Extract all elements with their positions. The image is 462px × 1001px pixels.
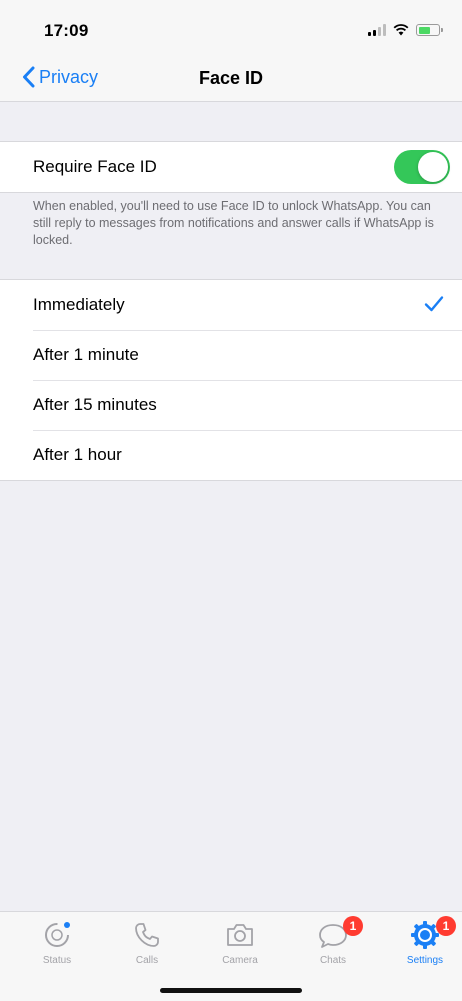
- tab-label: Settings: [406, 955, 444, 966]
- option-label: After 15 minutes: [33, 395, 157, 414]
- status-icons: [368, 24, 443, 36]
- option-immediately[interactable]: Immediately: [0, 280, 462, 330]
- tab-status[interactable]: Status: [22, 918, 92, 966]
- chats-badge: 1: [343, 916, 363, 936]
- toggle-knob: [418, 152, 448, 182]
- tab-settings[interactable]: 1 Settings: [390, 916, 460, 966]
- navigation-bar: Privacy Face ID: [0, 58, 462, 102]
- phone-icon: [112, 918, 182, 952]
- status-bar: 17:09: [0, 0, 462, 58]
- settings-gear-icon: 1: [390, 916, 460, 952]
- require-face-id-group: Require Face ID: [0, 141, 462, 193]
- option-after-1-hour[interactable]: After 1 hour: [0, 430, 462, 480]
- tab-calls[interactable]: Calls: [112, 918, 182, 966]
- camera-icon: [205, 918, 275, 952]
- settings-badge: 1: [436, 916, 456, 936]
- chat-bubble-icon: 1: [298, 916, 368, 952]
- require-face-id-toggle[interactable]: [394, 150, 450, 184]
- require-face-id-row: Require Face ID: [0, 142, 462, 192]
- tab-label: Chats: [319, 955, 347, 966]
- option-label: After 1 hour: [33, 445, 122, 464]
- tab-label: Camera: [222, 955, 258, 966]
- checkmark-icon: [424, 296, 444, 312]
- tab-camera[interactable]: Camera: [205, 918, 275, 966]
- cellular-signal-icon: [368, 24, 386, 36]
- option-label: After 1 minute: [33, 345, 139, 364]
- wifi-icon: [393, 24, 409, 36]
- status-time: 17:09: [44, 21, 89, 40]
- option-after-15-minutes[interactable]: After 15 minutes: [0, 380, 462, 430]
- face-id-explanation: When enabled, you'll need to use Face ID…: [33, 199, 434, 247]
- page-title: Face ID: [198, 68, 264, 88]
- home-indicator: [160, 988, 302, 993]
- option-after-1-minute[interactable]: After 1 minute: [0, 330, 462, 380]
- status-icon: [22, 918, 92, 952]
- require-face-id-label: Require Face ID: [33, 157, 157, 176]
- tab-label: Calls: [135, 955, 159, 966]
- option-label: Immediately: [33, 295, 125, 314]
- tab-chats[interactable]: 1 Chats: [298, 916, 368, 966]
- lock-timing-options: Immediately After 1 minute After 15 minu…: [0, 279, 462, 481]
- battery-icon: [416, 24, 443, 36]
- tab-label: Status: [42, 955, 72, 966]
